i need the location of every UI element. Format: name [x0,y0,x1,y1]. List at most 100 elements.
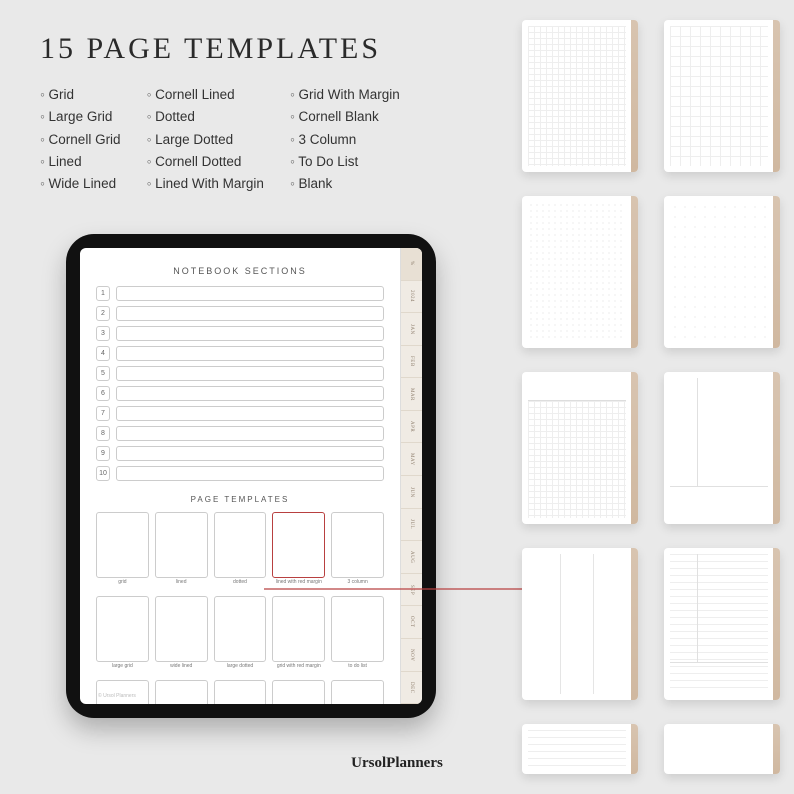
notebook-section-row[interactable]: 10 [96,466,384,481]
notebook-section-row[interactable]: 5 [96,366,384,381]
section-input[interactable] [116,466,384,481]
list-item: 3 Column [290,129,400,151]
template-thumb[interactable]: wide lined [155,596,208,674]
preview-card [664,20,780,172]
preview-card [522,196,638,348]
section-number: 7 [96,406,110,421]
list-item: Large Dotted [147,129,264,151]
template-thumb[interactable]: large dotted [214,596,267,674]
list-item: To Do List [290,151,400,173]
month-tab[interactable]: NOV [401,639,422,672]
month-tab[interactable]: 2024 [401,281,422,314]
preview-card [664,372,780,524]
template-list: Grid Large Grid Cornell Grid Lined Wide … [40,84,490,195]
section-input[interactable] [116,426,384,441]
month-tab[interactable]: MAR [401,378,422,411]
list-item: Large Grid [40,106,121,128]
template-thumb-label: to do list [331,664,384,674]
preview-card [664,548,780,700]
notebook-sections-title: NOTEBOOK SECTIONS [96,266,384,276]
template-list-col2: Cornell Lined Dotted Large Dotted Cornel… [147,84,264,195]
template-thumb[interactable]: blank [331,680,384,704]
list-item: Cornell Dotted [147,151,264,173]
section-number: 8 [96,426,110,441]
template-thumb[interactable]: grid with red margin [272,596,325,674]
ipad-screen: NOTEBOOK SECTIONS 1 2 3 4 5 6 7 8 9 10 PAGE TEMPL… [80,248,422,704]
template-thumb[interactable]: cornell dotted [214,680,267,704]
preview-card [664,196,780,348]
brand-name: UrsolPlanners [0,755,794,772]
month-tab[interactable]: APR [401,411,422,444]
section-input[interactable] [116,386,384,401]
template-thumb[interactable]: grid [96,512,149,590]
notebook-section-row[interactable]: 8 [96,426,384,441]
template-thumb[interactable]: to do list [331,596,384,674]
template-list-col3: Grid With Margin Cornell Blank 3 Column … [290,84,400,195]
section-input[interactable] [116,366,384,381]
month-tab[interactable]: DEC [401,672,422,704]
month-tab[interactable]: JUL [401,509,422,542]
preview-card [522,372,638,524]
month-tab[interactable]: MAY [401,443,422,476]
month-tab[interactable]: JAN [401,313,422,346]
month-tab[interactable]: % [401,248,422,281]
template-thumb[interactable]: cornell blank [272,680,325,704]
template-thumb-label: wide lined [155,664,208,674]
month-tab[interactable]: SEP [401,574,422,607]
list-item: Grid With Margin [290,84,400,106]
list-item: Cornell Grid [40,129,121,151]
ipad-side-tabs: %2024JANFEBMARAPRMAYJUNJULAUGSEPOCTNOVDE… [400,248,422,704]
preview-column-1 [522,20,638,774]
notebook-section-row[interactable]: 6 [96,386,384,401]
ipad-mockup: NOTEBOOK SECTIONS 1 2 3 4 5 6 7 8 9 10 PAGE TEMPL… [66,234,436,718]
list-item: Wide Lined [40,173,121,195]
section-number: 6 [96,386,110,401]
section-number: 10 [96,466,110,481]
notebook-section-row[interactable]: 4 [96,346,384,361]
month-tab[interactable]: FEB [401,346,422,379]
list-item: Cornell Blank [290,106,400,128]
template-thumb[interactable]: lined with red margin [272,512,325,590]
section-input[interactable] [116,346,384,361]
template-thumb-label: lined [155,580,208,590]
template-thumb[interactable]: cornell grid [96,680,149,704]
template-thumb-label: lined with red margin [272,580,325,590]
page-templates-title: PAGE TEMPLATES [96,495,384,504]
month-tab[interactable]: JUN [401,476,422,509]
template-thumb-label: 3 column [331,580,384,590]
notebook-section-row[interactable]: 9 [96,446,384,461]
template-thumb[interactable]: dotted [214,512,267,590]
page-heading: 15 PAGE TEMPLATES [40,32,490,66]
section-input[interactable] [116,306,384,321]
section-input[interactable] [116,406,384,421]
template-thumb[interactable]: 3 column [331,512,384,590]
template-thumb[interactable]: lined [155,512,208,590]
section-number: 5 [96,366,110,381]
template-thumb-label: large grid [96,664,149,674]
notebook-section-row[interactable]: 3 [96,326,384,341]
section-input[interactable] [116,286,384,301]
month-tab[interactable]: AUG [401,541,422,574]
list-item: Blank [290,173,400,195]
template-thumb-label: grid with red margin [272,664,325,674]
preview-column-2 [664,20,780,774]
notebook-section-row[interactable]: 2 [96,306,384,321]
template-thumb[interactable]: cornell lined [155,680,208,704]
section-number: 1 [96,286,110,301]
list-item: Dotted [147,106,264,128]
notebook-section-row[interactable]: 7 [96,406,384,421]
template-thumb-label: dotted [214,580,267,590]
list-item: Cornell Lined [147,84,264,106]
template-thumb[interactable]: large grid [96,596,149,674]
section-number: 3 [96,326,110,341]
month-tab[interactable]: OCT [401,606,422,639]
notebook-section-row[interactable]: 1 [96,286,384,301]
section-input[interactable] [116,326,384,341]
section-input[interactable] [116,446,384,461]
section-number: 4 [96,346,110,361]
list-item: Grid [40,84,121,106]
page-template-thumbnails: grid lined dotted lined with red margin 3 co… [96,512,384,704]
section-number: 2 [96,306,110,321]
list-item: Lined With Margin [147,173,264,195]
preview-card [522,20,638,172]
